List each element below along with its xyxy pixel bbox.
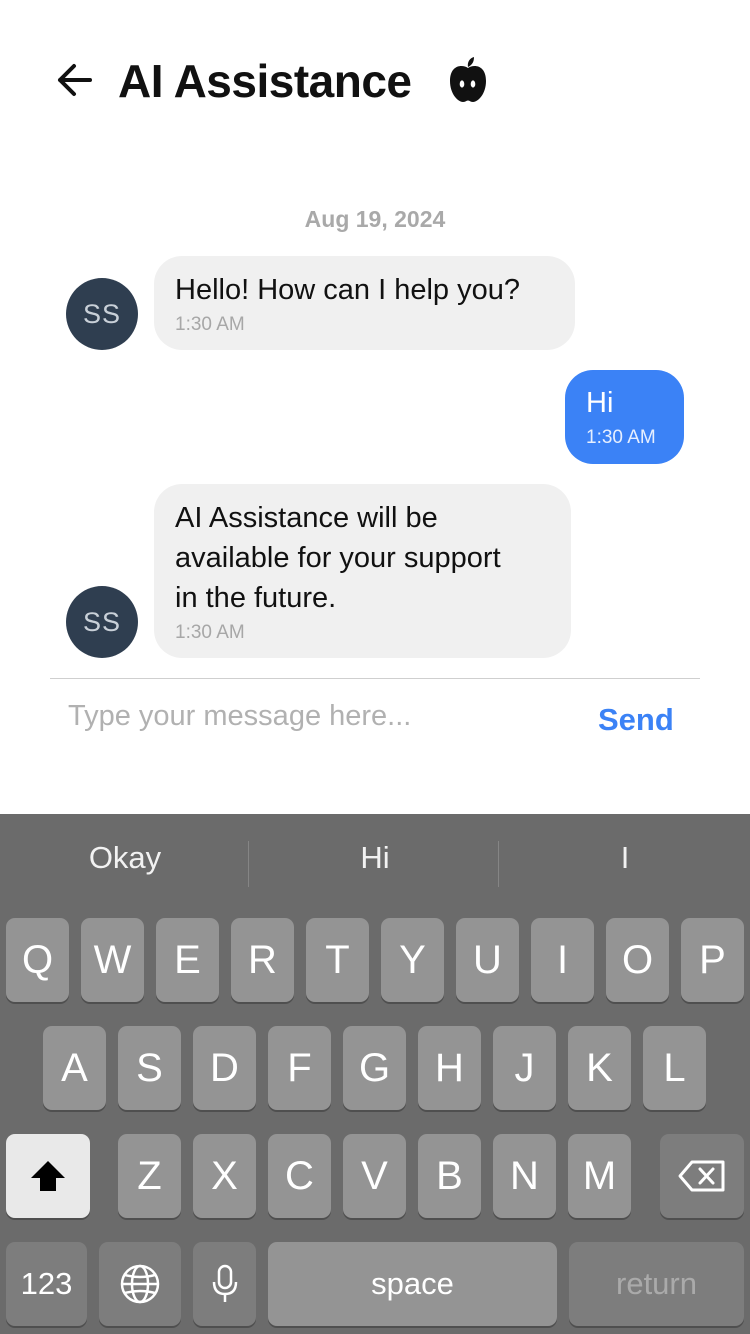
key-v[interactable]: V: [343, 1134, 406, 1218]
message-input[interactable]: [68, 692, 568, 740]
keyboard: Okay Hi I Q W E R T Y U I O P A S D F G …: [0, 814, 750, 1334]
message-time: 1:30 AM: [175, 314, 245, 335]
key-q[interactable]: Q: [6, 918, 69, 1002]
numbers-key[interactable]: 123: [6, 1242, 87, 1326]
microphone-icon: [212, 1264, 237, 1302]
message-text: Hello! How can I help you?: [175, 274, 520, 306]
message-bubble-outgoing: Hi 1:30 AM: [565, 370, 684, 464]
globe-key[interactable]: [99, 1242, 181, 1326]
key-p[interactable]: P: [681, 918, 744, 1002]
message-text-line: in the future.: [175, 582, 337, 614]
suggestion-hi[interactable]: Hi: [250, 840, 500, 876]
key-y[interactable]: Y: [381, 918, 444, 1002]
message-time: 1:30 AM: [175, 622, 245, 643]
key-d[interactable]: D: [193, 1026, 256, 1110]
avatar: SS: [66, 586, 138, 658]
key-g[interactable]: G: [343, 1026, 406, 1110]
key-i[interactable]: I: [531, 918, 594, 1002]
key-s[interactable]: S: [118, 1026, 181, 1110]
key-o[interactable]: O: [606, 918, 669, 1002]
key-b[interactable]: B: [418, 1134, 481, 1218]
arrow-left-icon: [58, 64, 92, 96]
space-key[interactable]: space: [268, 1242, 557, 1326]
key-f[interactable]: F: [268, 1026, 331, 1110]
apple-icon: [450, 57, 486, 102]
suggestion-divider: [498, 841, 499, 887]
suggestion-i[interactable]: I: [500, 840, 750, 876]
message-bubble-incoming: Hello! How can I help you? 1:30 AM: [154, 256, 575, 350]
key-u[interactable]: U: [456, 918, 519, 1002]
key-m[interactable]: M: [568, 1134, 631, 1218]
message-bubble-incoming: AI Assistance will be available for your…: [154, 484, 571, 658]
suggestion-bar: Okay Hi I: [0, 814, 750, 914]
key-h[interactable]: H: [418, 1026, 481, 1110]
key-z[interactable]: Z: [118, 1134, 181, 1218]
key-t[interactable]: T: [306, 918, 369, 1002]
suggestion-divider: [248, 841, 249, 887]
key-x[interactable]: X: [193, 1134, 256, 1218]
key-w[interactable]: W: [81, 918, 144, 1002]
key-n[interactable]: N: [493, 1134, 556, 1218]
message-text: Hi: [586, 387, 614, 419]
delete-key[interactable]: [660, 1134, 744, 1218]
microphone-key[interactable]: [193, 1242, 256, 1326]
key-a[interactable]: A: [43, 1026, 106, 1110]
key-e[interactable]: E: [156, 918, 219, 1002]
message-time: 1:30 AM: [586, 427, 656, 448]
key-c[interactable]: C: [268, 1134, 331, 1218]
key-k[interactable]: K: [568, 1026, 631, 1110]
date-separator: Aug 19, 2024: [304, 206, 446, 232]
back-button[interactable]: [50, 56, 98, 104]
avatar: SS: [66, 278, 138, 350]
return-key[interactable]: return: [569, 1242, 744, 1326]
shift-key[interactable]: [6, 1134, 90, 1218]
header: AI Assistance: [0, 0, 750, 160]
key-l[interactable]: L: [643, 1026, 706, 1110]
delete-icon: [678, 1160, 725, 1192]
globe-icon: [120, 1264, 160, 1304]
message-text-line: AI Assistance will be: [175, 502, 438, 534]
page-title: AI Assistance: [118, 55, 412, 107]
message-text-line: available for your support: [175, 542, 501, 574]
composer-divider: [50, 678, 700, 679]
key-j[interactable]: J: [493, 1026, 556, 1110]
send-button[interactable]: Send: [598, 702, 674, 738]
key-r[interactable]: R: [231, 918, 294, 1002]
suggestion-okay[interactable]: Okay: [0, 840, 250, 876]
shift-icon: [31, 1161, 65, 1191]
